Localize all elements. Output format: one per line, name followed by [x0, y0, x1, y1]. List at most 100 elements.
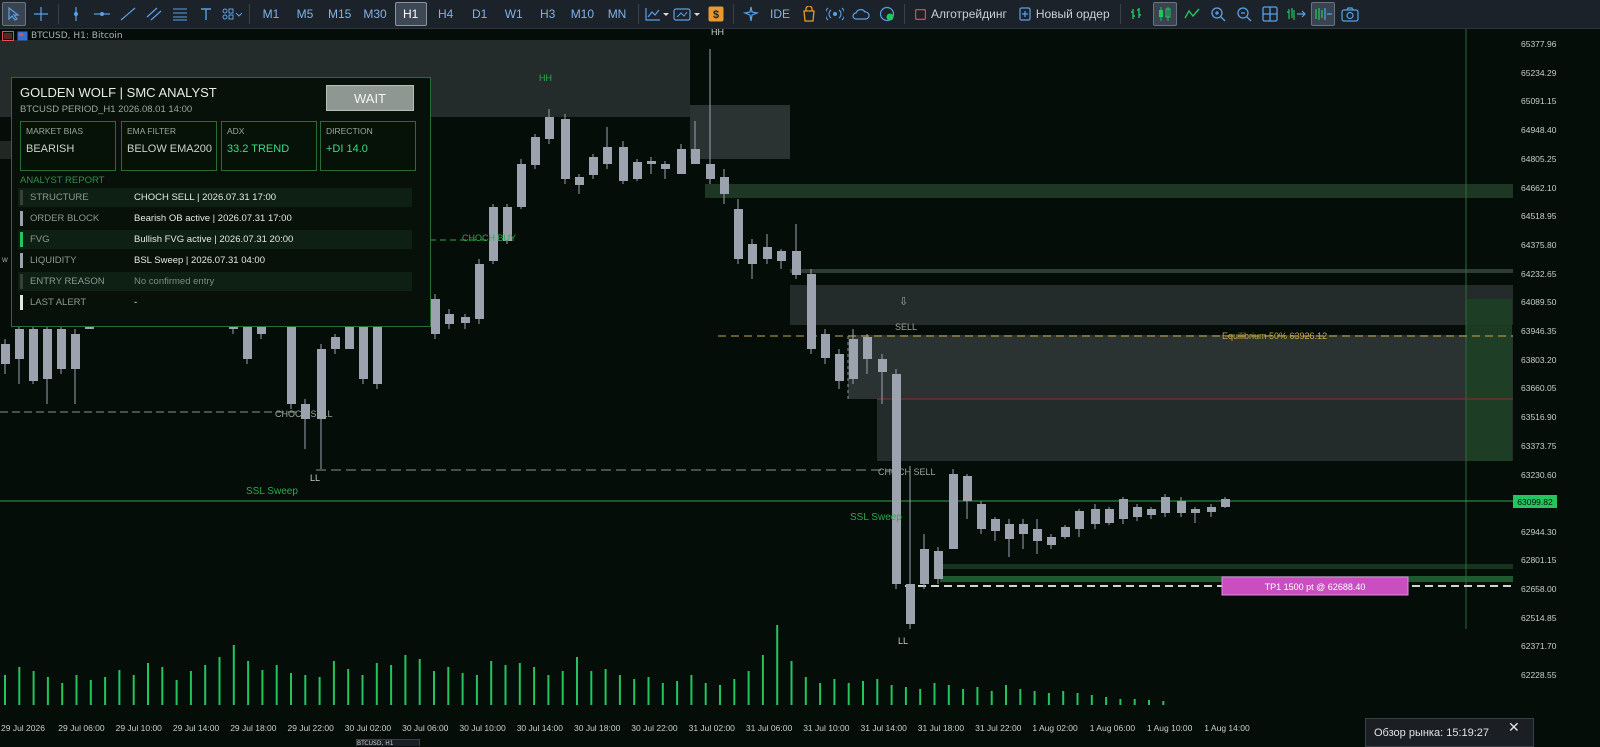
volume-bar [75, 675, 78, 705]
volume-bar [204, 665, 207, 705]
panel-subtitle: BTCUSD PERIOD_H1 2026.08.01 14:00 [20, 104, 193, 115]
screenshot-icon[interactable] [1339, 3, 1361, 25]
time-tick-label: 29 Jul 14:00 [172, 723, 220, 733]
template-dropdown-icon[interactable] [673, 3, 701, 25]
time-tick-label: 30 Jul 06:00 [402, 723, 449, 733]
horizontal-line-icon[interactable] [91, 3, 113, 25]
report-key: LAST ALERT [30, 297, 87, 308]
price-tick-label: 62514.85 [1521, 612, 1557, 623]
candle-body [589, 157, 598, 175]
ema-filter-card: EMA FILTER BELOW EMA200 [121, 121, 217, 171]
report-value: Bullish FVG active | 2026.07.31 20:00 [134, 234, 294, 245]
report-value: - [134, 297, 138, 308]
signals-icon[interactable] [740, 3, 762, 25]
bar-chart-icon[interactable] [1127, 3, 1149, 25]
time-tick-label: 1 Aug 10:00 [1147, 723, 1193, 733]
timeframe-m10[interactable]: M10 [567, 3, 598, 25]
trading-icon[interactable]: $ [705, 3, 727, 25]
volume-bar [819, 683, 822, 705]
timeframe-m30[interactable]: M30 [359, 3, 390, 25]
shapes-dropdown-icon[interactable] [221, 3, 243, 25]
cursor-icon[interactable] [2, 2, 26, 26]
time-tick-label: 31 Jul 22:00 [975, 723, 1022, 733]
timeframe-w1[interactable]: W1 [499, 3, 529, 25]
volume-bar [189, 671, 192, 705]
chart-shift-icon[interactable] [1310, 2, 1335, 26]
new-order-button[interactable]: Новый ордер [1015, 3, 1114, 25]
tile-windows-icon[interactable] [1259, 3, 1281, 25]
timeframe-h4[interactable]: H4 [431, 3, 461, 25]
volume-bar [332, 661, 335, 705]
timeframe-h1[interactable]: H1 [394, 2, 427, 26]
time-tick-label: 30 Jul 18:00 [574, 723, 621, 733]
volume-bar [261, 670, 264, 705]
candle-body [706, 164, 715, 179]
timeframe-h3[interactable]: H3 [533, 3, 563, 25]
algotrading-button[interactable]: Алготрейдинг [911, 3, 1011, 25]
chart-menu-icon[interactable] [2, 31, 14, 41]
candle-body [763, 247, 772, 259]
volume-bar [590, 671, 593, 705]
svg-text:$: $ [713, 9, 719, 21]
broadcast-icon[interactable] [824, 3, 846, 25]
ide-button[interactable]: IDE [766, 3, 794, 25]
ll-label-2: LL [898, 636, 908, 646]
bullish-fvg-zone [940, 564, 1513, 569]
cloud-icon[interactable] [850, 3, 872, 25]
candle-body [849, 339, 858, 379]
row-indicator [20, 190, 23, 205]
candle-body [934, 551, 943, 579]
volume-bar [175, 680, 178, 705]
timeframe-m5[interactable]: M5 [290, 3, 320, 25]
timeframe-m15[interactable]: M15 [324, 3, 355, 25]
volume-bar [347, 669, 350, 705]
right-fvg-zone [1466, 299, 1512, 461]
volume-bar [1119, 699, 1122, 705]
wait-button[interactable]: WAIT [326, 85, 414, 111]
volume-bar [947, 685, 950, 705]
candle-body [677, 149, 686, 174]
sell-label: SELL [895, 322, 917, 332]
channel-icon[interactable] [143, 3, 165, 25]
candle-body [777, 251, 786, 261]
text-tool-icon[interactable] [195, 3, 217, 25]
current-price-label: 63099.82 [1513, 495, 1557, 508]
vps-icon[interactable] [876, 3, 898, 25]
fibonacci-icon[interactable] [169, 3, 191, 25]
report-key: ORDER BLOCK [30, 213, 100, 224]
price-tick-label: 64375.80 [1521, 239, 1557, 250]
trendline-icon[interactable] [117, 3, 139, 25]
timeframe-m1[interactable]: M1 [256, 3, 286, 25]
time-tick-label: 29 Jul 18:00 [230, 723, 277, 733]
volume-bar [733, 679, 736, 705]
volume-histogram [4, 625, 1165, 705]
time-tick-label: 1 Aug 14:00 [1204, 723, 1250, 733]
line-chart-icon[interactable] [1181, 3, 1203, 25]
chart-window-title: BTCUSD, H1: Bitcoin [2, 31, 123, 41]
price-axis[interactable]: 65377.96 65234.29 65091.15 64948.40 64805.25… [1512, 29, 1600, 745]
candle-body [1133, 507, 1142, 517]
price-tick-label: 64805.25 [1521, 153, 1557, 164]
zoom-in-icon[interactable] [1207, 3, 1229, 25]
candle-body [807, 274, 816, 349]
market-bias-card: MARKET BIAS BEARISH [20, 121, 116, 171]
timeframe-d1[interactable]: D1 [465, 3, 495, 25]
zoom-out-icon[interactable] [1233, 3, 1255, 25]
timeframe-mn[interactable]: MN [602, 3, 632, 25]
autoscroll-icon[interactable] [1285, 3, 1307, 25]
timeframe-group: M1 M5 M15 M30 H1 H4 D1 W1 H3 M10 MN [254, 0, 634, 28]
crosshair-icon[interactable] [30, 3, 52, 25]
ema-filter-value: BELOW EMA200 [127, 143, 212, 155]
volume-bar [104, 677, 107, 705]
close-icon[interactable]: ✕ [1508, 720, 1520, 736]
volume-bar [1090, 695, 1093, 705]
vertical-line-icon[interactable] [65, 3, 87, 25]
chart-window[interactable]: HH HH CHOCH BUY CHOCH SELL CHOCH SELL LL… [0, 29, 1600, 745]
chart-type-dropdown-icon[interactable] [645, 3, 670, 25]
candle-body [1019, 524, 1028, 534]
volume-bar [604, 669, 607, 705]
candlestick-icon[interactable] [1152, 2, 1177, 26]
time-tick-label: 29 Jul 22:00 [287, 723, 334, 733]
market-icon[interactable] [798, 3, 820, 25]
volume-bar [1033, 691, 1036, 705]
